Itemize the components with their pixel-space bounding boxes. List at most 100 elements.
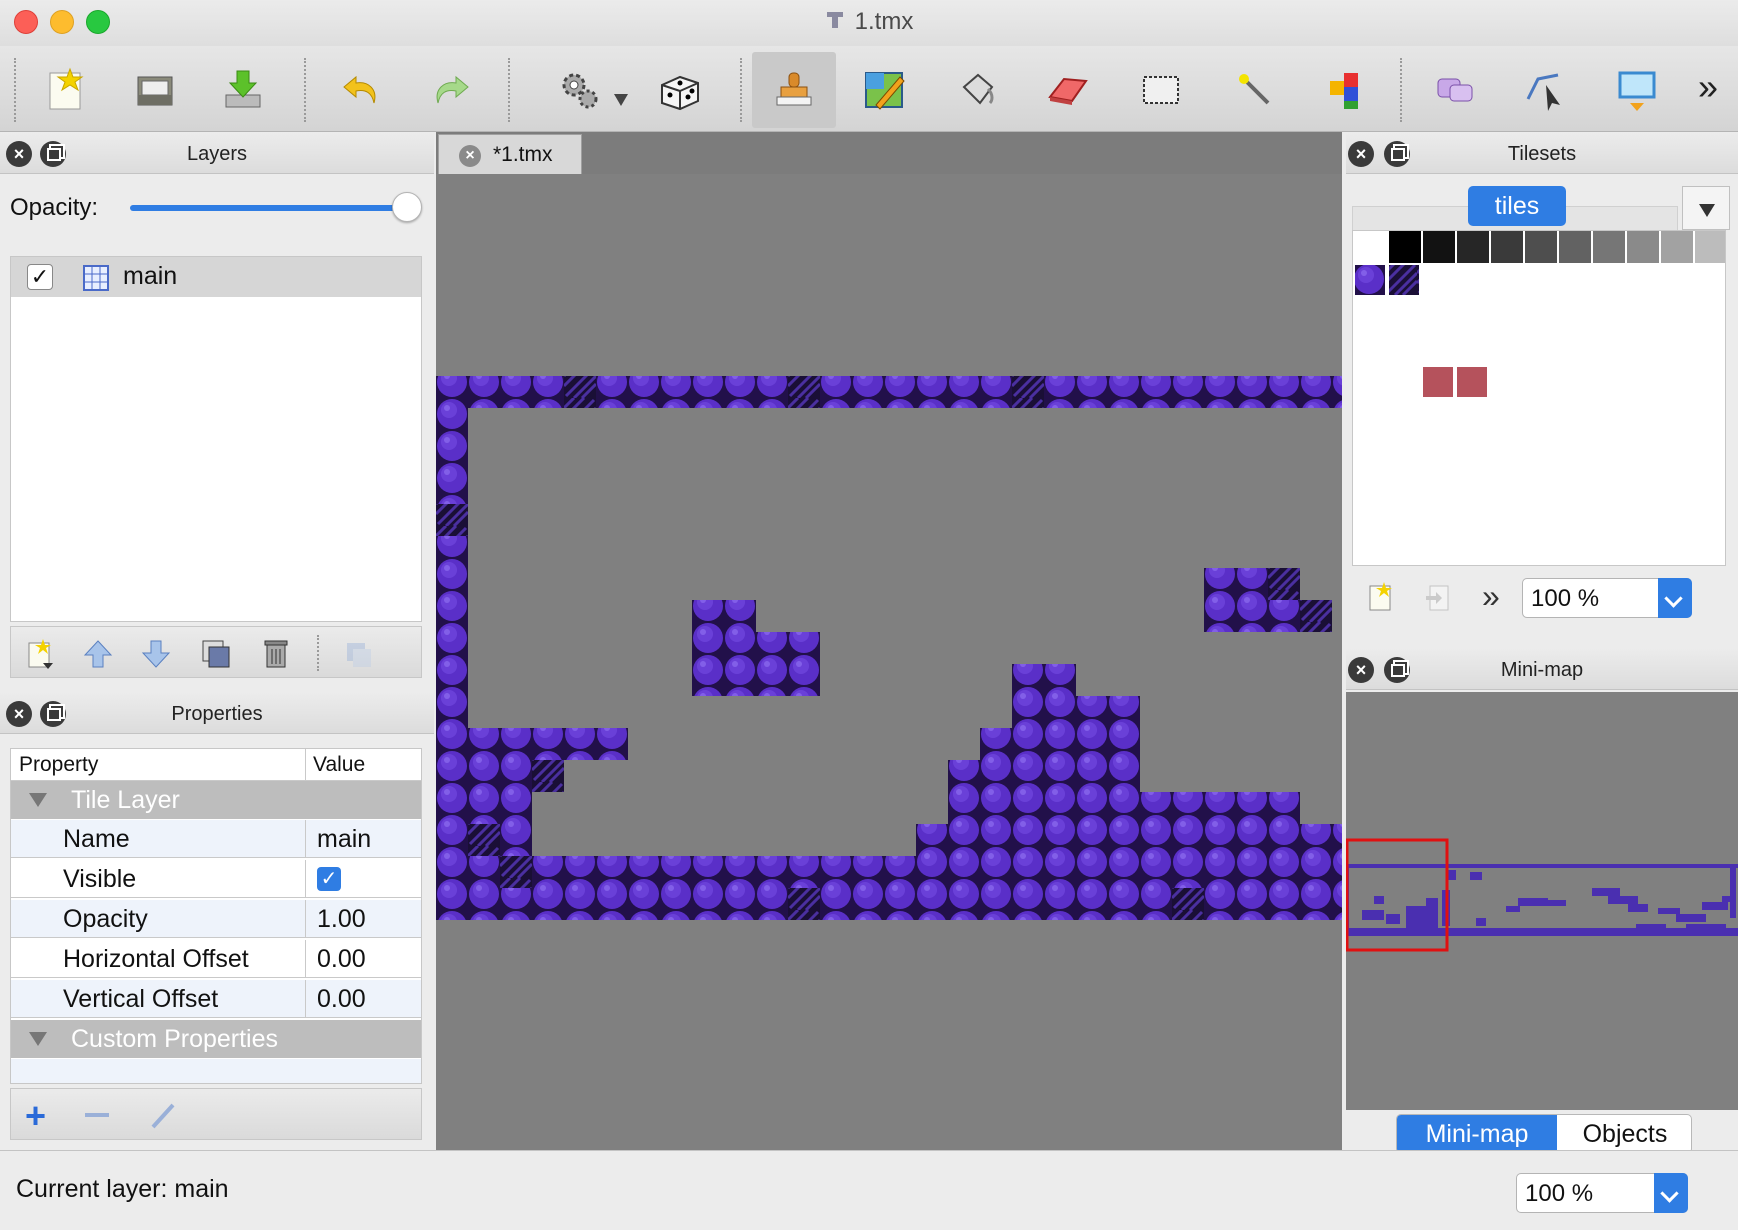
- map-tile[interactable]: [436, 888, 468, 920]
- map-tile[interactable]: [1300, 376, 1332, 408]
- map-tile[interactable]: [1044, 664, 1076, 696]
- random-mode-button[interactable]: [648, 52, 714, 128]
- property-column-header[interactable]: Property: [19, 753, 98, 777]
- map-tile[interactable]: [980, 792, 1012, 824]
- insert-rectangle-button[interactable]: [1604, 52, 1670, 128]
- map-tile[interactable]: [1236, 856, 1268, 888]
- map-tile[interactable]: [948, 760, 980, 792]
- tileset-tile-gray[interactable]: [1355, 231, 1387, 263]
- map-tile[interactable]: [1076, 696, 1108, 728]
- map-tile[interactable]: [852, 856, 884, 888]
- new-map-button[interactable]: [32, 52, 98, 128]
- import-tileset-icon[interactable]: [1422, 580, 1456, 614]
- tileset-tile-purple[interactable]: [1355, 265, 1385, 295]
- map-tile[interactable]: [1236, 600, 1268, 632]
- map-tile[interactable]: [564, 376, 596, 408]
- map-tile[interactable]: [980, 760, 1012, 792]
- commands-button[interactable]: [546, 52, 612, 128]
- map-tile[interactable]: [948, 376, 980, 408]
- tab-minimap[interactable]: Mini-map: [1397, 1115, 1557, 1153]
- map-tile[interactable]: [1268, 600, 1300, 632]
- map-tile[interactable]: [1012, 376, 1044, 408]
- map-tile[interactable]: [436, 504, 468, 536]
- map-tile[interactable]: [1332, 824, 1342, 856]
- bucket-fill-button[interactable]: [944, 52, 1010, 128]
- map-tile[interactable]: [1012, 760, 1044, 792]
- map-tile[interactable]: [1012, 792, 1044, 824]
- map-tile[interactable]: [1076, 728, 1108, 760]
- map-tile[interactable]: [1044, 728, 1076, 760]
- tileset-tile-red[interactable]: [1423, 367, 1453, 397]
- property-row-opacity[interactable]: Opacity 1.00: [11, 900, 421, 938]
- map-tile[interactable]: [884, 888, 916, 920]
- map-tile[interactable]: [1076, 824, 1108, 856]
- map-tile[interactable]: [596, 728, 628, 760]
- map-tile[interactable]: [436, 440, 468, 472]
- map-tile[interactable]: [1044, 888, 1076, 920]
- map-tile[interactable]: [564, 856, 596, 888]
- delete-layer-icon[interactable]: [259, 637, 293, 671]
- map-tile[interactable]: [468, 888, 500, 920]
- map-tile[interactable]: [500, 760, 532, 792]
- map-tile[interactable]: [1044, 792, 1076, 824]
- commands-dropdown-arrow-icon[interactable]: [614, 94, 628, 106]
- layer-visible-checkbox[interactable]: ✓: [27, 264, 53, 290]
- tileset-tile-gray[interactable]: [1457, 231, 1489, 263]
- tileset-tile-hatched[interactable]: [1389, 265, 1419, 295]
- map-tile[interactable]: [1108, 792, 1140, 824]
- map-tile[interactable]: [436, 536, 468, 568]
- map-tile[interactable]: [788, 856, 820, 888]
- map-tile[interactable]: [1204, 888, 1236, 920]
- map-tile[interactable]: [948, 792, 980, 824]
- map-tile[interactable]: [436, 760, 468, 792]
- tileset-tile-gray[interactable]: [1593, 231, 1625, 263]
- map-tile[interactable]: [852, 888, 884, 920]
- map-tile[interactable]: [756, 632, 788, 664]
- map-tile[interactable]: [788, 888, 820, 920]
- map-tile[interactable]: [1044, 824, 1076, 856]
- map-tile[interactable]: [532, 888, 564, 920]
- map-tile[interactable]: [692, 632, 724, 664]
- map-tile[interactable]: [564, 728, 596, 760]
- magic-wand-button[interactable]: [1222, 52, 1288, 128]
- map-tile[interactable]: [1012, 856, 1044, 888]
- map-tile[interactable]: [916, 376, 948, 408]
- map-tile[interactable]: [692, 600, 724, 632]
- map-tile[interactable]: [788, 632, 820, 664]
- map-tile[interactable]: [980, 824, 1012, 856]
- map-zoom-select[interactable]: 100 %: [1516, 1173, 1688, 1213]
- map-tile[interactable]: [1044, 760, 1076, 792]
- tileset-tile-gray[interactable]: [1423, 231, 1455, 263]
- map-tile[interactable]: [1140, 792, 1172, 824]
- map-tile[interactable]: [468, 376, 500, 408]
- map-tile[interactable]: [1300, 888, 1332, 920]
- remove-property-icon[interactable]: [85, 1113, 109, 1117]
- map-tile[interactable]: [692, 376, 724, 408]
- property-value[interactable]: 0.00: [317, 945, 366, 974]
- map-canvas[interactable]: [436, 174, 1342, 1150]
- eraser-button[interactable]: [1034, 52, 1100, 128]
- map-tile[interactable]: [436, 792, 468, 824]
- map-tile[interactable]: [724, 664, 756, 696]
- layer-row-main[interactable]: ✓ main: [11, 257, 421, 297]
- save-button[interactable]: [210, 52, 276, 128]
- tileset-more-button[interactable]: »: [1482, 578, 1500, 615]
- map-tile[interactable]: [532, 728, 564, 760]
- map-tile[interactable]: [1044, 696, 1076, 728]
- undo-button[interactable]: [330, 52, 396, 128]
- map-tile[interactable]: [1172, 824, 1204, 856]
- tileset-tile-red[interactable]: [1457, 367, 1487, 397]
- lower-layer-icon[interactable]: [139, 637, 173, 671]
- toolbar-overflow-button[interactable]: »: [1698, 66, 1718, 108]
- map-tile[interactable]: [820, 376, 852, 408]
- map-tile[interactable]: [948, 824, 980, 856]
- map-tile[interactable]: [884, 376, 916, 408]
- tileset-tile-gray[interactable]: [1627, 231, 1659, 263]
- stamp-brush-button[interactable]: [752, 52, 836, 128]
- map-tile[interactable]: [692, 664, 724, 696]
- map-tile[interactable]: [1172, 792, 1204, 824]
- map-tile[interactable]: [724, 600, 756, 632]
- map-tile[interactable]: [1044, 856, 1076, 888]
- map-tile[interactable]: [468, 792, 500, 824]
- map-tile[interactable]: [1140, 856, 1172, 888]
